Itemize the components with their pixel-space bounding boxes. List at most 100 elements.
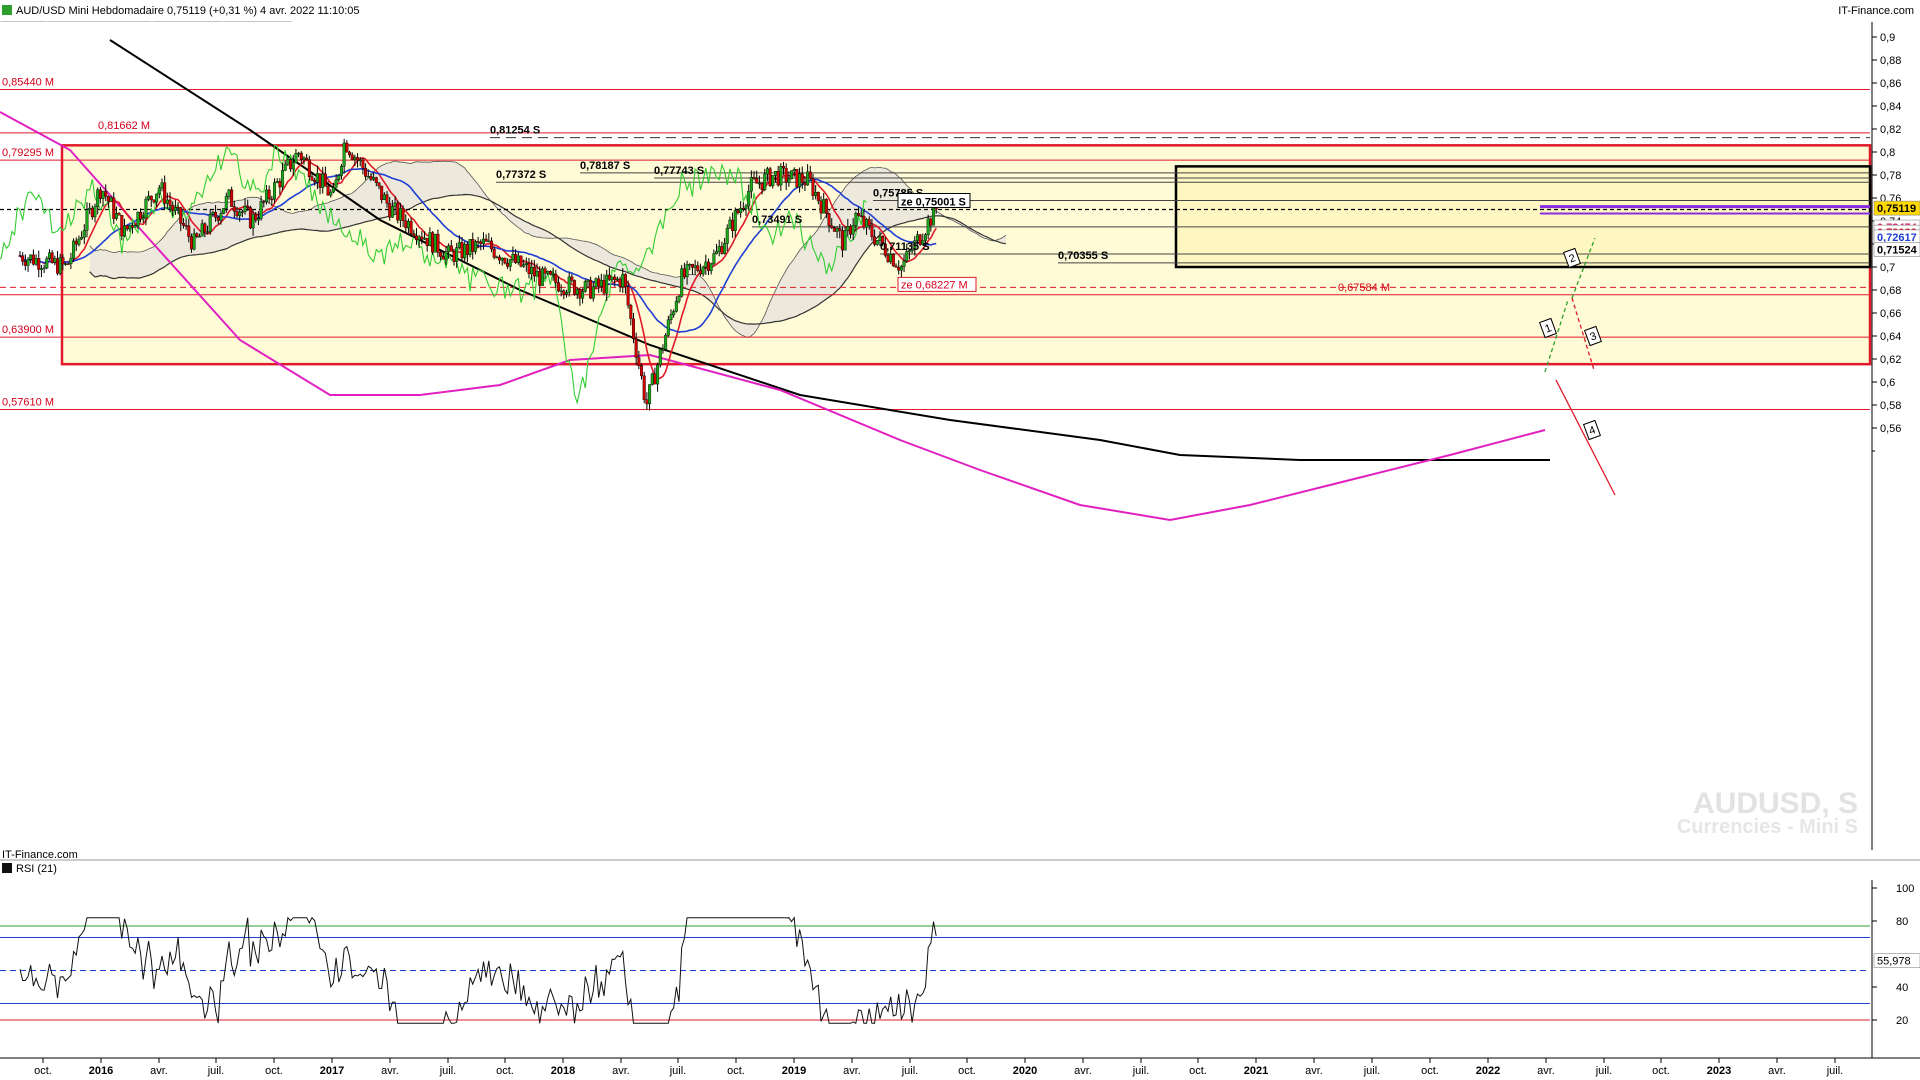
level-label: 0,73491 S — [752, 214, 802, 226]
candle-body — [524, 263, 528, 265]
candle-body — [902, 260, 906, 267]
x-tick-label: juil. — [1363, 1065, 1381, 1077]
candle-body — [377, 182, 381, 187]
price-axis: 0,90,880,860,840,820,80,780,760,740,720,… — [1871, 22, 1901, 850]
candle-body — [348, 151, 352, 156]
chart-title: AUD/USD Mini Hebdomadaire 0,75119 (+0,31… — [16, 5, 360, 17]
candle-body — [117, 213, 121, 216]
candle-body — [522, 264, 526, 267]
candle-body — [503, 257, 507, 264]
candle-body — [26, 259, 30, 266]
x-tick-label: oct. — [496, 1065, 514, 1077]
candle-body — [275, 181, 279, 183]
candle-body — [428, 232, 432, 246]
candle-body — [112, 197, 116, 219]
candle-body — [331, 187, 335, 193]
candle-body — [206, 231, 210, 233]
candle-body — [425, 237, 429, 246]
candle-body — [227, 189, 231, 197]
candle-body — [390, 206, 394, 218]
candle-body — [605, 274, 609, 294]
candle-body — [160, 182, 164, 189]
y-tick-label: 0,78 — [1880, 170, 1901, 182]
candle-body — [278, 181, 282, 188]
candle-body — [792, 169, 796, 171]
candle-body — [342, 142, 346, 167]
x-tick-label: avr. — [150, 1065, 168, 1077]
candle-body — [516, 255, 520, 263]
candle-body — [498, 256, 502, 261]
x-tick-label: juil. — [1595, 1065, 1613, 1077]
x-tick-label: oct. — [1189, 1065, 1207, 1077]
level-label: 0,67584 M — [1338, 282, 1390, 294]
candle-body — [840, 230, 844, 251]
x-tick-label: oct. — [265, 1065, 283, 1077]
candle-body — [181, 223, 185, 226]
candle-body — [289, 159, 293, 170]
candle-body — [396, 202, 400, 221]
candle-body — [243, 205, 247, 212]
candle-body — [760, 182, 764, 190]
level-label: 0,85440 M — [2, 76, 54, 88]
candle-body — [240, 211, 244, 213]
candle-body — [591, 286, 595, 299]
candle-body — [385, 194, 389, 204]
candle-body — [34, 258, 38, 265]
candle-body — [339, 165, 343, 176]
candle-body — [562, 290, 566, 295]
x-tick-label: 2019 — [782, 1065, 806, 1077]
candle-body — [476, 241, 480, 243]
candle-body — [254, 214, 258, 221]
x-tick-label: avr. — [1305, 1065, 1323, 1077]
candle-body — [637, 357, 641, 367]
candle-body — [463, 244, 467, 259]
candle-body — [222, 208, 226, 214]
candle-body — [406, 221, 410, 229]
candle-body — [104, 191, 108, 197]
candle-body — [45, 258, 49, 269]
candle-body — [307, 159, 311, 177]
candle-body — [264, 189, 268, 202]
candle-body — [824, 199, 828, 214]
candle-body — [350, 154, 354, 160]
x-tick-label: oct. — [1652, 1065, 1670, 1077]
candle-body — [661, 348, 665, 351]
candle-body — [232, 206, 236, 212]
candle-body — [706, 261, 710, 271]
candle-body — [74, 240, 78, 245]
candle-body — [219, 213, 223, 221]
candle-body — [297, 152, 301, 155]
candle-body — [176, 207, 180, 209]
rsi-label: RSI (21) — [16, 863, 57, 875]
candle-body — [382, 194, 386, 200]
candle-body — [334, 179, 338, 188]
candle-body — [747, 190, 751, 207]
rsi-legend-icon — [2, 863, 12, 873]
candle-body — [784, 167, 788, 183]
candle-body — [246, 205, 250, 208]
candle-body — [273, 182, 277, 200]
candle-body — [827, 213, 831, 226]
candle-body — [42, 267, 46, 270]
candle-body — [173, 207, 177, 211]
candle-body — [125, 225, 129, 230]
candle-body — [698, 270, 702, 275]
candle-body — [356, 157, 360, 161]
candle-body — [581, 291, 585, 299]
candle-body — [152, 199, 156, 203]
candle-body — [490, 240, 494, 250]
candle-body — [251, 214, 255, 229]
candle-body — [897, 267, 901, 271]
candle-body — [704, 261, 708, 268]
candle-body — [358, 159, 362, 162]
candle-body — [436, 233, 440, 253]
candle-body — [82, 230, 86, 238]
candle-body — [141, 217, 145, 220]
candle-body — [556, 282, 560, 292]
candle-body — [398, 208, 402, 221]
candle-body — [139, 211, 143, 220]
candle-body — [712, 253, 716, 265]
candle-body — [372, 177, 376, 180]
candle-body — [532, 266, 536, 277]
candle-body — [208, 213, 212, 232]
